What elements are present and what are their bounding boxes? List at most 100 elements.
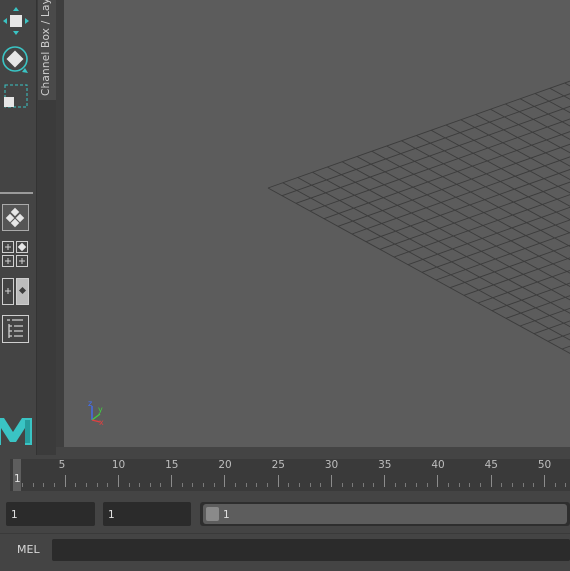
timeline-minor-tick [235,483,236,487]
timeline-minor-tick [246,483,247,487]
timeline-minor-tick [512,483,513,487]
range-slider-knob[interactable] [206,507,219,521]
timeline-minor-tick [22,483,23,487]
timeline-minor-tick [86,483,87,487]
timeline-major-tick [384,475,385,487]
timeline-tick-label: 50 [538,459,551,471]
timeline-major-tick [544,475,545,487]
timeline-minor-tick [54,483,55,487]
timeline-tick-label: 40 [431,459,444,471]
timeline-tick-label: 45 [485,459,498,471]
timeline-minor-tick [448,483,449,487]
timeline-minor-tick [352,483,353,487]
grid-line [416,136,570,320]
view-axis-indicator: z y x [84,398,114,428]
playback-start-field[interactable]: 1 [103,502,191,526]
timeline-minor-tick [310,483,311,487]
timeline-major-tick [65,475,66,487]
grid-line [313,172,570,356]
timeline-minor-tick [395,483,396,487]
scale-icon [2,82,30,110]
timeline-major-tick [118,475,119,487]
timeline-minor-tick [427,483,428,487]
single-perspective-layout-icon [3,205,28,230]
timeline-tick-label: 30 [325,459,338,471]
grid-line [342,162,570,346]
timeline-minor-tick [33,483,34,487]
single-perspective-layout-button[interactable] [2,204,29,231]
timeline-minor-tick [480,483,481,487]
grid-line [436,154,570,280]
timeline-minor-tick [43,483,44,487]
outliner-layout-button[interactable] [1,314,30,344]
timeline-minor-tick [75,483,76,487]
timeline-tick-label: 20 [218,459,231,471]
timeline-major-tick [171,475,172,487]
channel-box-tab[interactable]: Channel Box / Layer Editor [38,0,56,100]
timeline-tick-label: 10 [112,459,125,471]
timeline-minor-tick [405,483,406,487]
outliner-layout-icon [1,314,30,344]
maya-logo [0,412,34,448]
timeline-minor-tick [97,483,98,487]
channel-box-tab-label: Channel Box / Layer Editor [40,0,52,96]
range-slider-handle[interactable] [203,504,567,524]
timeline-minor-tick [320,483,321,487]
timeline-minor-tick [129,483,130,487]
grid-line [282,70,570,196]
timeline-minor-tick [469,483,470,487]
toolbox-separator [0,192,33,194]
timeline-tick-label: 15 [165,459,178,471]
perspective-viewport[interactable]: z y x [64,0,570,447]
timeline-minor-tick [533,483,534,487]
timeline-minor-tick [139,483,140,487]
four-view-layout-icon [1,240,30,269]
timeline-minor-tick [363,483,364,487]
timeline-minor-tick [182,483,183,487]
grid-line [491,109,570,293]
viewport-bottom-border [56,447,570,455]
rotate-icon [1,44,31,74]
grid-line [268,188,570,372]
grid-line [268,62,570,188]
range-slider-value: 1 [223,509,230,521]
ground-grid [64,0,570,447]
start-time-field[interactable]: 1 [6,502,95,526]
timeline-minor-tick [416,483,417,487]
current-frame-label: 1 [14,473,21,485]
timeline-minor-tick [203,483,204,487]
timeline-minor-tick [256,483,257,487]
viewport-border [56,0,64,455]
mel-label[interactable]: MEL [17,543,40,556]
timeline-major-tick [278,475,279,487]
timeline-minor-tick [107,483,108,487]
two-view-layout-button[interactable] [1,277,30,306]
svg-text:y: y [98,405,103,414]
timeline-major-tick [437,475,438,487]
grid-line [357,157,570,341]
timeline-minor-tick [373,483,374,487]
mel-command-input[interactable] [52,539,570,561]
timeline-minor-tick [565,483,566,487]
timeline-minor-tick [555,483,556,487]
timeline-minor-tick [523,483,524,487]
grid-line [387,146,570,330]
timeline-tick-label: 5 [59,459,66,471]
move-tool-button[interactable] [2,6,30,36]
svg-text:x: x [99,418,104,427]
timeline-minor-tick [342,483,343,487]
timeline-minor-tick [299,483,300,487]
timeline-minor-tick [459,483,460,487]
timeline-minor-tick [501,483,502,487]
timeline-minor-tick [288,483,289,487]
grid-line [505,104,570,288]
timeline-minor-tick [150,483,151,487]
grid-line [476,115,570,299]
four-view-layout-button[interactable] [1,240,30,269]
timeline-tick-label: 35 [378,459,391,471]
move-icon [2,6,30,36]
timeline-tick-label: 25 [272,459,285,471]
rotate-tool-button[interactable] [1,44,31,74]
scale-tool-button[interactable] [2,82,30,110]
timeline-minor-tick [192,483,193,487]
